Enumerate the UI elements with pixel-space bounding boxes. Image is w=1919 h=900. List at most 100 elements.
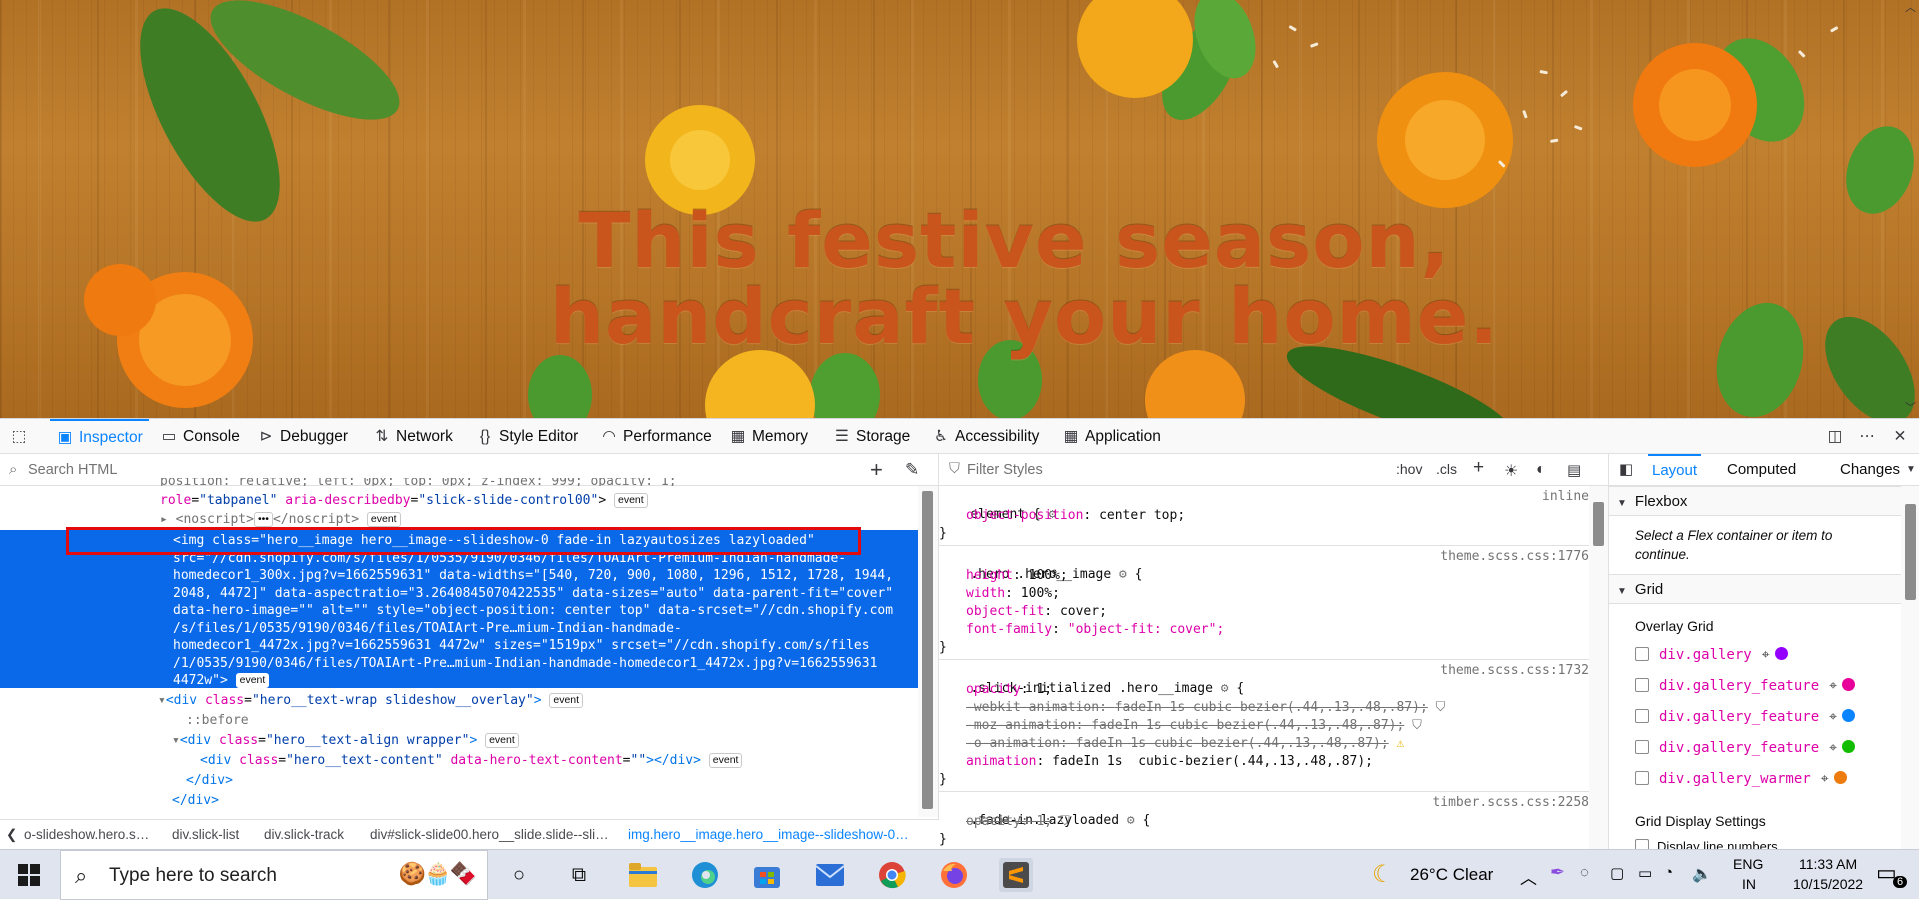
tab-accessibility[interactable]: ♿ Accessibility (932, 419, 1039, 454)
tab-application[interactable]: ▦ Application (1062, 419, 1161, 454)
grid-color-swatch[interactable] (1774, 647, 1788, 660)
grid-overlay-item[interactable]: div.gallery_warmer ⌖ (1635, 771, 1847, 793)
grid-overlay-item[interactable]: div.gallery_feature ⌖ (1635, 678, 1856, 700)
grid-color-swatch[interactable] (1842, 709, 1856, 722)
clock-time[interactable]: 11:33 AM (1799, 856, 1857, 872)
highlight-target-icon[interactable]: ⌖ (1762, 647, 1770, 663)
breadcrumb-item[interactable]: div.slick-track (264, 820, 344, 849)
toggle-sidebar-icon[interactable]: ◧ (1619, 454, 1633, 486)
highlight-target-icon[interactable]: ⌖ (1829, 678, 1837, 694)
scrollbar-thumb[interactable] (922, 491, 933, 809)
grid-overlay-item[interactable]: div.gallery ⌖ (1635, 647, 1788, 669)
light-scheme-icon[interactable]: ☀ (1504, 461, 1518, 481)
declaration[interactable]: font-family: "object-fit: cover"; (939, 621, 1589, 639)
code-line-close-div[interactable]: </div> (172, 792, 219, 810)
declaration[interactable]: height: 100%; (939, 567, 1589, 585)
microsoft-store-icon[interactable] (750, 858, 784, 892)
declaration[interactable]: animation: fadeIn 1s cubic-bezier(.44,.1… (939, 753, 1589, 771)
weather-moon-icon[interactable]: ☾ (1372, 860, 1394, 889)
filter-icon[interactable]: ⛉ (1060, 814, 1070, 829)
event-badge[interactable]: event (549, 693, 584, 708)
breadcrumb-item[interactable]: o-slideshow.hero.s… (24, 820, 149, 849)
grid-overlay-item[interactable]: div.gallery_feature ⌖ (1635, 740, 1856, 762)
firefox-icon[interactable] (937, 858, 971, 892)
event-badge[interactable]: event (485, 733, 519, 748)
cortana-icon[interactable]: ○ (502, 858, 536, 892)
search-html-input[interactable]: Search HTML (28, 462, 117, 478)
breadcrumb-item[interactable]: div#slick-slide00.hero__slide.slide--sli… (370, 820, 609, 849)
tab-style-editor[interactable]: {} Style Editor (476, 419, 578, 454)
event-badge[interactable]: event (235, 673, 270, 688)
breadcrumb-back-arrow-icon[interactable]: ❮ (6, 820, 17, 849)
file-explorer-icon[interactable] (626, 858, 660, 892)
dark-scheme-icon[interactable]: ◐ (1536, 461, 1546, 479)
page-scroll-up-arrow-icon[interactable]: ︿ (1905, 2, 1916, 14)
grid-color-swatch[interactable] (1842, 740, 1856, 753)
display-line-numbers-option[interactable]: Display line numbers (1635, 839, 1778, 849)
tab-computed[interactable]: Computed (1727, 454, 1796, 486)
tab-memory[interactable]: ▦ Memory (729, 419, 808, 454)
pen-tray-icon[interactable]: ✒ (1550, 862, 1565, 883)
grid-section-header[interactable]: ▼ Grid (1609, 574, 1901, 604)
collapse-triangle-icon[interactable]: ▾ (172, 733, 180, 748)
battery-icon[interactable]: ▭ (1638, 864, 1652, 882)
grid-checkbox[interactable] (1635, 678, 1649, 692)
declaration[interactable]: width: 100%; (939, 585, 1589, 603)
hov-button[interactable]: :hov (1396, 461, 1422, 477)
event-badge[interactable]: event (366, 512, 401, 527)
code-line-tabpanel[interactable]: role="tabpanel" aria-describedby="slick-… (160, 492, 648, 510)
network-tray-icon[interactable]: ◌ (1580, 864, 1589, 881)
html-panel-scrollbar[interactable] (918, 486, 938, 817)
code-line-text-align[interactable]: ▾<div class="hero__text-align wrapper"> … (172, 732, 519, 750)
collapse-triangle-icon[interactable]: ▾ (158, 693, 166, 708)
scrollbar-thumb[interactable] (1593, 502, 1604, 546)
sublime-text-icon[interactable] (999, 858, 1033, 892)
expand-triangle-icon[interactable]: ▸ (160, 512, 168, 527)
windows-start-icon[interactable] (12, 858, 46, 892)
options-menu-button[interactable]: ⋯ (1858, 419, 1881, 454)
taskbar-search-box[interactable]: ⌕ Type here to search 🍪🧁🍫 (60, 850, 488, 900)
code-line-text-wrap[interactable]: ▾<div class="hero__text-wrap slideshow__… (158, 692, 584, 710)
clock-date[interactable]: 10/15/2022 (1793, 876, 1863, 892)
taskbar-search-input[interactable]: Type here to search (109, 865, 277, 887)
page-scroll-down-arrow-icon[interactable]: ﹀ (1905, 402, 1916, 414)
breadcrumb-item-selected[interactable]: img.hero__image.hero__image--slideshow-0… (628, 820, 909, 849)
eyedropper-icon[interactable]: ✎ (905, 460, 919, 480)
code-line-text-content[interactable]: <div class="hero__text-content" data-her… (200, 752, 743, 770)
grid-checkbox[interactable] (1635, 709, 1649, 723)
tab-inspector[interactable]: ▣ Inspector (50, 419, 149, 454)
rules-panel-scrollbar[interactable] (1589, 486, 1608, 849)
code-line-close-div[interactable]: </div> (186, 772, 233, 790)
grid-overlay-item[interactable]: div.gallery_feature ⌖ (1635, 709, 1856, 731)
rule-source[interactable]: theme.scss.css:1776 (1440, 548, 1589, 566)
declaration-overridden[interactable]: -webkit-animation: fadeIn 1s cubic-bezie… (939, 699, 1589, 717)
tab-network[interactable]: ⇅ Network (373, 419, 453, 454)
tab-changes[interactable]: Changes (1840, 454, 1900, 486)
add-node-button[interactable]: + (870, 457, 883, 483)
scrollbar-thumb[interactable] (1905, 504, 1916, 600)
declaration-overridden[interactable]: -o-animation: fadeIn 1s cubic-bezier(.44… (939, 735, 1589, 753)
code-line-pseudo[interactable]: ::before (186, 712, 249, 730)
edge-browser-icon[interactable] (688, 858, 722, 892)
tab-console[interactable]: ▭ Console (160, 419, 240, 454)
add-rule-button[interactable]: + (1473, 457, 1484, 479)
highlight-target-icon[interactable]: ⌖ (1829, 740, 1837, 756)
wifi-icon[interactable]: ◔ (1664, 864, 1673, 881)
element-picker-button[interactable]: ⬚ (10, 419, 33, 454)
language-indicator-eng[interactable]: ENG (1733, 856, 1763, 872)
tab-performance[interactable]: ◠ Performance (600, 419, 712, 454)
language-indicator-in[interactable]: IN (1742, 876, 1756, 892)
grid-checkbox[interactable] (1635, 647, 1649, 661)
close-devtools-button[interactable]: ✕ (1891, 419, 1914, 454)
chrome-icon[interactable] (875, 858, 909, 892)
grid-checkbox[interactable] (1635, 771, 1649, 785)
declaration-overridden[interactable]: -moz-animation: fadeIn 1s cubic-bezier(.… (939, 717, 1589, 735)
cls-button[interactable]: .cls (1436, 461, 1457, 477)
warning-icon[interactable]: ⚠ (1396, 736, 1404, 751)
grid-color-swatch[interactable] (1842, 678, 1856, 691)
filter-styles-input[interactable]: Filter Styles (967, 462, 1043, 478)
volume-icon[interactable]: 🔈 (1692, 864, 1712, 884)
filter-icon[interactable]: ⛉ (1436, 700, 1446, 715)
filter-icon[interactable]: ⛉ (1412, 718, 1422, 733)
print-media-icon[interactable]: ▤ (1567, 461, 1581, 479)
